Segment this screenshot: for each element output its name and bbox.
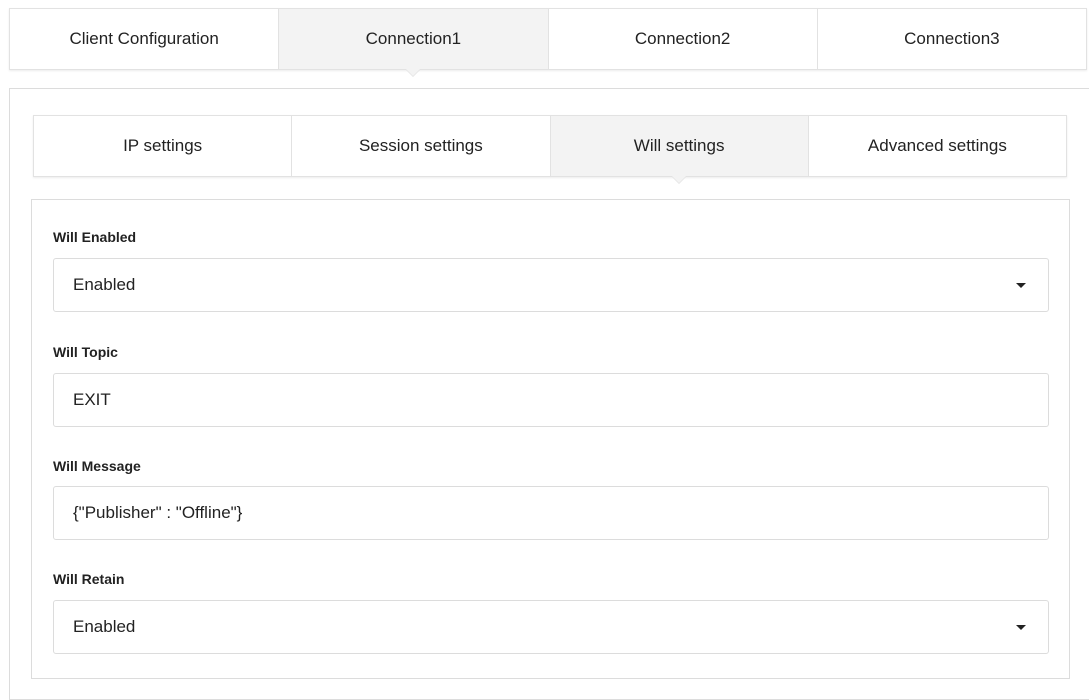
tab-will-settings[interactable]: Will settings: [550, 116, 809, 184]
will-enabled-label: Will Enabled: [53, 229, 137, 245]
tab-advanced-settings[interactable]: Advanced settings: [808, 116, 1066, 176]
connection-tabs: Client Configuration Connection1 Connect…: [9, 8, 1087, 77]
tab-client-configuration[interactable]: Client Configuration: [10, 9, 280, 69]
tab-connection2[interactable]: Connection2: [548, 9, 818, 69]
will-enabled-value: Enabled: [73, 275, 136, 294]
will-retain-label: Will Retain: [53, 571, 125, 587]
will-topic-input[interactable]: EXIT: [53, 373, 1049, 427]
will-message-input[interactable]: {"Publisher" : "Offline"}: [53, 486, 1049, 540]
chevron-down-icon: [1016, 624, 1026, 630]
will-retain-value: Enabled: [73, 617, 136, 636]
chevron-down-icon: [1016, 282, 1026, 288]
will-topic-label: Will Topic: [53, 344, 118, 360]
will-enabled-select[interactable]: Enabled: [53, 258, 1049, 312]
will-message-value: {"Publisher" : "Offline"}: [73, 503, 243, 522]
will-topic-value: EXIT: [73, 390, 111, 409]
settings-tabs: IP settings Session settings Will settin…: [33, 115, 1067, 184]
will-message-label: Will Message: [53, 458, 141, 474]
tab-connection1[interactable]: Connection1: [279, 9, 549, 77]
will-retain-select[interactable]: Enabled: [53, 600, 1049, 654]
tab-connection3[interactable]: Connection3: [817, 9, 1086, 69]
tab-ip-settings[interactable]: IP settings: [34, 116, 293, 176]
tab-session-settings[interactable]: Session settings: [292, 116, 551, 176]
